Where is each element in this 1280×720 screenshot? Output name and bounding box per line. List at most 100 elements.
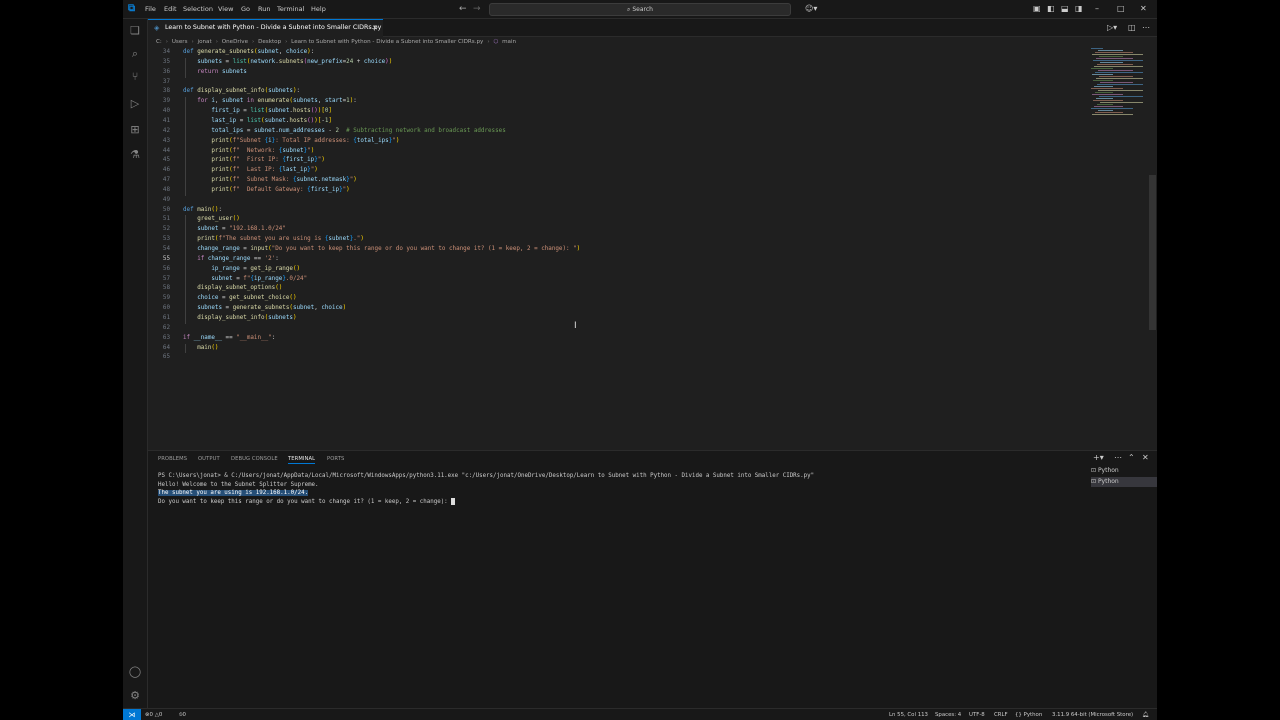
run-python-file-icon[interactable]: ▷▾ — [1107, 22, 1117, 33]
explorer-icon[interactable]: ❏ — [127, 23, 143, 39]
problems-status[interactable]: ⊗0 △0 — [145, 709, 162, 720]
code-line[interactable]: subnets = generate_subnets(subnet, choic… — [183, 304, 346, 314]
encoding[interactable]: UTF-8 — [969, 709, 985, 720]
tab-debug-console[interactable]: DEBUG CONSOLE — [231, 455, 278, 463]
accounts-icon[interactable]: ◯ — [127, 664, 143, 680]
toggle-panel-icon[interactable]: ⬓ — [1061, 3, 1069, 15]
code-line[interactable]: change_range = input("Do you want to kee… — [183, 245, 580, 255]
terminal-list-item[interactable]: ⊡ Python — [1091, 466, 1157, 476]
ports-status[interactable]: ⦸0 — [179, 709, 186, 720]
minimap-line — [1092, 114, 1133, 115]
nav-back-icon[interactable]: ← — [459, 3, 467, 15]
minimap-line — [1092, 54, 1143, 55]
code-line[interactable]: greet_user() — [183, 215, 240, 225]
menu-go[interactable]: Go — [241, 0, 250, 18]
breadcrumb-item[interactable]: C: — [156, 39, 162, 45]
line-ending[interactable]: CRLF — [994, 709, 1008, 720]
close-panel-icon[interactable]: ✕ — [1142, 453, 1149, 463]
maximize-icon[interactable]: □ — [1117, 3, 1125, 15]
code-line[interactable]: display_subnet_info(subnets) — [183, 314, 296, 324]
tab-problems[interactable]: PROBLEMS — [158, 455, 187, 463]
maximize-panel-icon[interactable]: ⌃ — [1128, 453, 1135, 463]
notifications-icon[interactable]: 🔔︎ — [1142, 709, 1149, 720]
editor-scrollbar[interactable] — [1149, 175, 1156, 330]
menu-terminal[interactable]: Terminal — [277, 0, 304, 18]
code-line[interactable]: subnets = list(network.subnets(new_prefi… — [183, 58, 392, 68]
code-line[interactable]: first_ip = list(subnet.hosts())[0] — [183, 107, 332, 117]
code-editor[interactable]: 34 def generate_subnets(subnet, choice): 3… — [148, 48, 1088, 438]
code-line[interactable]: print(f" Last IP: {last_ip}") — [183, 166, 317, 176]
menu-selection[interactable]: Selection — [183, 0, 213, 18]
breadcrumb-item[interactable]: main — [502, 39, 516, 45]
run-debug-icon[interactable]: ▷ — [127, 96, 143, 112]
terminal[interactable]: PS C:\Users\jonat> & C:/Users/jonat/AppD… — [158, 472, 1088, 702]
menu-view[interactable]: View — [218, 0, 233, 18]
code-line[interactable]: print(f"Subnet {i}: Total IP addresses: … — [183, 137, 399, 147]
breadcrumb-item[interactable]: Users — [172, 39, 188, 45]
menu-run[interactable]: Run — [258, 0, 270, 18]
indent-guide — [185, 97, 186, 196]
code-line[interactable]: print(f" First IP: {first_ip}") — [183, 156, 325, 166]
breadcrumb-item[interactable]: Learn to Subnet with Python - Divide a S… — [291, 39, 483, 45]
extensions-icon[interactable]: ⊞ — [127, 122, 143, 138]
code-line[interactable]: print(f"The subnet you are using is {sub… — [183, 235, 364, 245]
code-line[interactable]: def generate_subnets(subnet, choice): — [183, 48, 314, 58]
cursor-position[interactable]: Ln 55, Col 113 — [889, 709, 928, 720]
testing-icon[interactable]: ⚗ — [127, 147, 143, 163]
line-number: 61 — [162, 314, 170, 321]
minimap[interactable] — [1091, 48, 1149, 118]
split-editor-icon[interactable]: ◫ — [1128, 22, 1136, 33]
breadcrumb-item[interactable]: Desktop — [258, 39, 281, 45]
toggle-secondary-sidebar-icon[interactable]: ◨ — [1075, 3, 1083, 15]
tab-terminal[interactable]: TERMINAL — [288, 455, 316, 464]
new-terminal-icon[interactable]: +▾ — [1093, 453, 1104, 463]
menu-help[interactable]: Help — [311, 0, 326, 18]
code-line[interactable]: def main(): — [183, 206, 222, 216]
code-line[interactable]: last_ip = list(subnet.hosts())[-1] — [183, 117, 332, 127]
code-line[interactable]: for i, subnet in enumerate(subnets, star… — [183, 97, 357, 107]
tab-python-file[interactable]: ◈ Learn to Subnet with Python - Divide a… — [148, 19, 383, 37]
line-number: 51 — [162, 216, 170, 223]
more-actions-icon[interactable]: ⋯ — [1142, 22, 1150, 33]
panel-more-icon[interactable]: ⋯ — [1114, 453, 1122, 463]
search-view-icon[interactable]: ⌕ — [127, 46, 143, 62]
breadcrumb-item[interactable]: jonat — [198, 39, 212, 45]
language-mode[interactable]: {} Python — [1015, 709, 1042, 720]
manage-gear-icon[interactable]: ⚙ — [127, 688, 143, 704]
toggle-sidebar-icon[interactable]: ◧ — [1047, 3, 1055, 15]
menu-file[interactable]: File — [145, 0, 156, 18]
python-interpreter[interactable]: 3.11.9 64-bit (Microsoft Store) — [1052, 709, 1133, 720]
tab-ports[interactable]: PORTS — [327, 455, 344, 463]
code-line[interactable]: print(f" Subnet Mask: {subnet.netmask}") — [183, 176, 356, 186]
close-window-icon[interactable]: ✕ — [1140, 3, 1147, 15]
code-line[interactable]: subnet = "192.168.1.0/24" — [183, 225, 286, 235]
breadcrumb-item[interactable]: OneDrive — [222, 39, 248, 45]
copilot-icon[interactable]: ☺▾ — [805, 3, 817, 15]
code-line[interactable]: subnet = f"{ip_range}.0/24" — [183, 275, 307, 285]
code-line[interactable]: def display_subnet_info(subnets): — [183, 87, 300, 97]
code-line[interactable]: if change_range == '2': — [183, 255, 279, 265]
code-line[interactable]: choice = get_subnet_choice() — [183, 294, 296, 304]
code-line[interactable]: print(f" Default Gateway: {first_ip}") — [183, 186, 349, 196]
command-center-search[interactable]: ⌕ Search — [489, 3, 791, 16]
minimize-icon[interactable]: – — [1095, 3, 1099, 15]
remote-indicator-icon[interactable]: ⋊ — [123, 709, 141, 720]
terminal-list-item-active[interactable]: ⊡ Python — [1091, 477, 1157, 487]
source-control-icon[interactable]: ⑂ — [127, 69, 143, 85]
tab-output[interactable]: OUTPUT — [198, 455, 220, 463]
indentation[interactable]: Spaces: 4 — [935, 709, 961, 720]
code-line[interactable]: total_ips = subnet.num_addresses - 2 # S… — [183, 127, 505, 137]
code-line[interactable]: display_subnet_options() — [183, 284, 282, 294]
nav-forward-icon[interactable]: → — [473, 3, 481, 15]
code-line[interactable]: print(f" Network: {subnet}") — [183, 147, 314, 157]
code-line[interactable]: if __name__ == "__main__": — [183, 334, 275, 344]
layout-icon[interactable]: ▣ — [1033, 3, 1041, 15]
code-line[interactable]: ip_range = get_ip_range() — [183, 265, 300, 275]
code-line[interactable]: main() — [183, 344, 218, 354]
menu-edit[interactable]: Edit — [164, 0, 177, 18]
minimap-line — [1091, 48, 1103, 49]
code-line[interactable]: return subnets — [183, 68, 247, 78]
tab-close-icon[interactable]: ✕ — [372, 20, 378, 36]
minimap-line — [1092, 94, 1123, 95]
minimap-line — [1097, 84, 1143, 85]
